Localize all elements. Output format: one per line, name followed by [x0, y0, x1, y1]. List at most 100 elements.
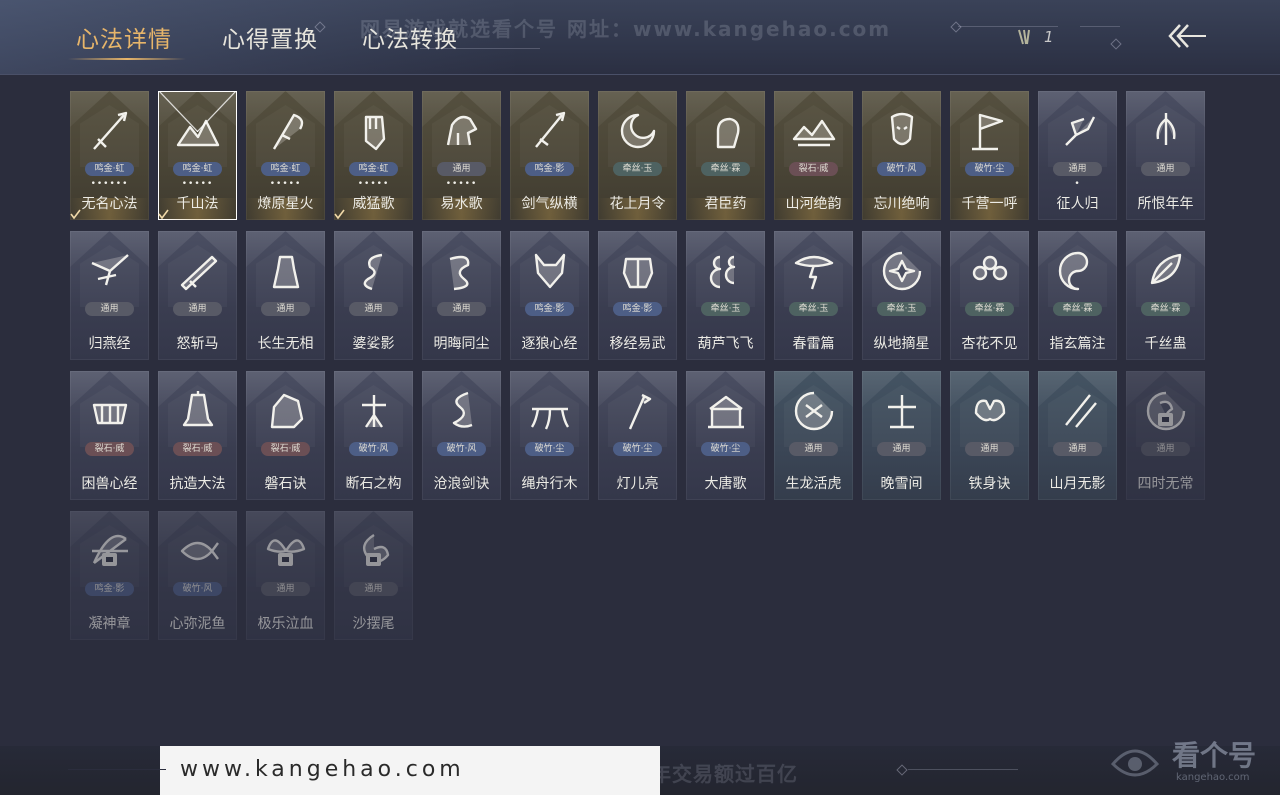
moon-slash-icon	[1065, 394, 1097, 428]
xinfa-card[interactable]: 裂石·威 磐石诀	[246, 371, 325, 500]
xinfa-card[interactable]: 牵丝·霖 指玄篇注	[1038, 231, 1117, 360]
xinfa-card[interactable]: 通用 怒斩马	[158, 231, 237, 360]
xinfa-card[interactable]: 破竹·尘绳舟行木	[510, 371, 589, 500]
card-name: 怒斩马	[176, 336, 219, 352]
xinfa-card[interactable]: 通用 沙摆尾	[334, 511, 413, 640]
xinfa-card[interactable]: 牵丝·玉 花上月令	[598, 91, 677, 220]
xinfa-card[interactable]: 通用 极乐泣血	[246, 511, 325, 640]
card-school-tag: 鸣金·虹	[85, 162, 134, 176]
card-school-tag: 鸣金·影	[613, 302, 662, 316]
card-school-tag: 破竹·风	[173, 582, 222, 596]
card-school-tag: 破竹·尘	[701, 442, 750, 456]
card-name: 灯儿亮	[616, 476, 659, 492]
card-school-tag: 鸣金·虹	[173, 162, 222, 176]
xinfa-card[interactable]: 裂石·威 抗造大法	[158, 371, 237, 500]
xinfa-card[interactable]: 鸣金·影 逐狼心经	[510, 231, 589, 360]
tab-xinfa-details[interactable]: 心法详情	[76, 20, 172, 54]
xinfa-card[interactable]: 牵丝·霖杏花不见	[950, 231, 1029, 360]
card-name: 剑气纵横	[521, 196, 578, 212]
xinfa-card[interactable]: 破竹·尘 灯儿亮	[598, 371, 677, 500]
xinfa-card[interactable]: 鸣金·虹 ••••• 威猛歌	[334, 91, 413, 220]
xinfa-card[interactable]: 牵丝·玉 葫芦飞飞	[686, 231, 765, 360]
double-chevron-left-icon	[1168, 24, 1206, 48]
xinfa-card[interactable]: 破竹·风 断石之构	[334, 371, 413, 500]
card-name: 纵地摘星	[873, 336, 930, 352]
xinfa-card[interactable]: 通用 ••••• 易水歌	[422, 91, 501, 220]
card-school-tag: 牵丝·玉	[613, 162, 662, 176]
xinfa-card[interactable]: 鸣金·虹 •••••• 无名心法	[70, 91, 149, 220]
card-star-dots: •••••	[357, 179, 390, 189]
card-school-tag: 破竹·尘	[525, 442, 574, 456]
card-school-tag: 牵丝·霖	[965, 302, 1014, 316]
card-school-tag: 牵丝·霖	[1053, 302, 1102, 316]
divider-diamond	[1110, 38, 1122, 50]
card-name: 铁身诀	[968, 476, 1011, 492]
star-orbit-icon	[882, 251, 922, 291]
watermark-top: 网易游戏就选看个号 网址：www.kangehao.com	[360, 17, 892, 41]
blade-icon	[180, 255, 218, 291]
lock-icon	[366, 553, 381, 566]
card-name: 杏花不见	[961, 336, 1018, 352]
card-name: 绳舟行木	[521, 476, 578, 492]
statue-icon	[272, 255, 300, 289]
xinfa-card[interactable]: 通用 归燕经	[70, 231, 149, 360]
card-school-tag: 破竹·风	[437, 442, 486, 456]
xinfa-card[interactable]: 通用 生龙活虎	[774, 371, 853, 500]
card-name: 君臣药	[704, 196, 747, 212]
xinfa-card[interactable]: 通用 所恨年年	[1126, 91, 1205, 220]
watermark-logo-subtext: kangehao.com	[1176, 772, 1250, 783]
xinfa-card[interactable]: 牵丝·霖 君臣药	[686, 91, 765, 220]
divider-line	[420, 48, 540, 49]
card-school-tag: 通用	[437, 162, 486, 176]
card-name: 困兽心经	[81, 476, 138, 492]
xinfa-card[interactable]: 通用 • 征人归	[1038, 91, 1117, 220]
xinfa-card[interactable]: 通用 铁身诀	[950, 371, 1029, 500]
xinfa-card[interactable]: 鸣金·虹 ••••• 燎原星火	[246, 91, 325, 220]
divider-diamond	[950, 21, 962, 33]
card-school-tag: 裂石·威	[173, 442, 222, 456]
card-name: 所恨年年	[1137, 196, 1194, 212]
card-school-tag: 通用	[349, 302, 398, 316]
card-school-tag: 通用	[877, 442, 926, 456]
xinfa-card[interactable]: 牵丝·玉 春雷篇	[774, 231, 853, 360]
xinfa-card[interactable]: 牵丝·霖 千丝蛊	[1126, 231, 1205, 360]
card-name: 归燕经	[88, 336, 131, 352]
xinfa-card[interactable]: 通用 晚雪间	[862, 371, 941, 500]
card-name: 千山法	[176, 196, 219, 212]
xinfa-card[interactable]: 破竹·风心弥泥鱼	[158, 511, 237, 640]
card-school-tag: 通用	[437, 302, 486, 316]
xinfa-card[interactable]: 牵丝·玉 纵地摘星	[862, 231, 941, 360]
card-name: 威猛歌	[352, 196, 395, 212]
rock-icon	[270, 393, 304, 429]
tab-xinde-exchange[interactable]: 心得置换	[222, 20, 318, 54]
back-button[interactable]	[1162, 20, 1210, 52]
sword-icon	[535, 111, 566, 148]
wolf-icon	[534, 253, 566, 289]
card-school-tag: 牵丝·玉	[701, 302, 750, 316]
xinfa-card[interactable]: 通用 山月无影	[1038, 371, 1117, 500]
card-school-tag: 鸣金·影	[85, 582, 134, 596]
xinfa-card[interactable]: 破竹·尘 千营一呼	[950, 91, 1029, 220]
xinfa-card[interactable]: 通用 婆娑影	[334, 231, 413, 360]
flower-moon-icon	[620, 113, 656, 149]
card-name: 逐狼心经	[521, 336, 578, 352]
flag-icon	[972, 113, 1004, 151]
card-name: 心弥泥鱼	[169, 616, 226, 632]
xinfa-card[interactable]: 鸣金·虹 ••••• 千山法	[158, 91, 237, 220]
water-dragon-icon	[452, 391, 473, 428]
xinfa-card[interactable]: 裂石·威 困兽心经	[70, 371, 149, 500]
card-school-tag: 破竹·风	[877, 162, 926, 176]
xinfa-card[interactable]: 鸣金·影 剑气纵横	[510, 91, 589, 220]
xinfa-card[interactable]: 通用 长生无相	[246, 231, 325, 360]
xinfa-card[interactable]: 破竹·风 沧浪剑诀	[422, 371, 501, 500]
card-school-tag: 裂石·威	[261, 442, 310, 456]
xinfa-card[interactable]: 通用 四时无常	[1126, 371, 1205, 500]
xinfa-card[interactable]: 裂石·威 山河绝韵	[774, 91, 853, 220]
xinfa-card[interactable]: 通用 明晦同尘	[422, 231, 501, 360]
card-name: 晚雪间	[880, 476, 923, 492]
xinfa-card[interactable]: 破竹·风 忘川绝响	[862, 91, 941, 220]
xinfa-card[interactable]: 鸣金·影 凝神章	[70, 511, 149, 640]
xinfa-card[interactable]: 鸣金·影 移经易武	[598, 231, 677, 360]
xinfa-card[interactable]: 破竹·尘 大唐歌	[686, 371, 765, 500]
card-school-tag: 牵丝·玉	[789, 302, 838, 316]
